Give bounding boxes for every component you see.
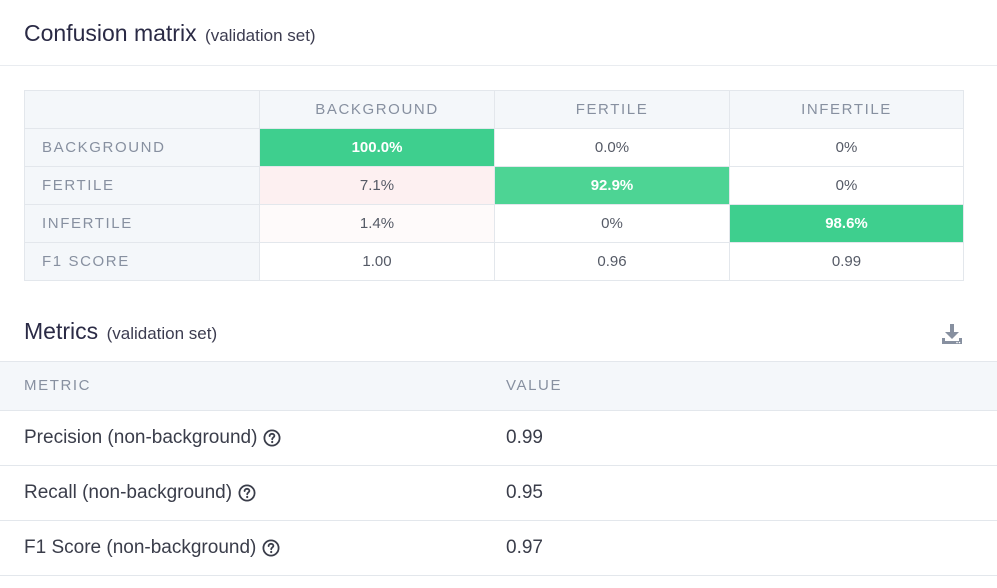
confusion-matrix-row: INFERTILE 1.4% 0% 98.6% — [24, 204, 964, 243]
matrix-cell: 100.0% — [259, 128, 495, 167]
metric-value: 0.95 — [506, 482, 543, 503]
confusion-matrix-subtitle: (validation set) — [205, 26, 316, 45]
row-header: INFERTILE — [24, 204, 260, 243]
matrix-cell: 7.1% — [259, 166, 495, 205]
column-header: BACKGROUND — [259, 90, 495, 129]
metric-name-label: Precision (non-background) — [24, 427, 258, 448]
metrics-row: Recall (non-background) 0.95 — [0, 466, 997, 521]
f1-score-row: F1 SCORE 1.00 0.96 0.99 — [24, 242, 964, 281]
metric-value: 0.97 — [506, 537, 543, 558]
section-divider — [0, 65, 997, 66]
confusion-matrix-heading: Confusion matrix (validation set) — [24, 20, 316, 47]
matrix-cell: 98.6% — [729, 204, 964, 243]
metrics-row: Precision (non-background) 0.99 — [0, 411, 997, 466]
confusion-matrix-row: BACKGROUND 100.0% 0.0% 0% — [24, 128, 964, 167]
confusion-matrix-header-row: BACKGROUND FERTILE INFERTILE — [24, 90, 964, 129]
matrix-cell: 1.4% — [259, 204, 495, 243]
metric-name-label: Recall (non-background) — [24, 482, 233, 503]
download-icon[interactable] — [940, 322, 964, 346]
confusion-matrix-title: Confusion matrix — [24, 20, 197, 46]
f1-cell: 0.96 — [494, 242, 730, 281]
confusion-matrix-row: FERTILE 7.1% 92.9% 0% — [24, 166, 964, 205]
metrics-subtitle: (validation set) — [106, 324, 218, 343]
f1-cell: 0.99 — [729, 242, 964, 281]
matrix-cell: 0% — [494, 204, 730, 243]
help-circle-icon[interactable] — [262, 539, 280, 557]
column-header: INFERTILE — [729, 90, 964, 129]
metric-name: Precision (non-background) — [24, 427, 281, 449]
f1-cell: 1.00 — [259, 242, 495, 281]
metric-column-header: METRIC — [24, 377, 92, 394]
matrix-cell: 0% — [729, 166, 964, 205]
help-circle-icon[interactable] — [263, 429, 281, 447]
row-header: F1 SCORE — [24, 242, 260, 281]
metric-name: Recall (non-background) — [24, 482, 256, 504]
metric-name-label: F1 Score (non-background) — [24, 537, 257, 558]
metrics-heading: Metrics (validation set) — [24, 318, 217, 345]
metric-name: F1 Score (non-background) — [24, 537, 280, 559]
confusion-matrix-table: BACKGROUND FERTILE INFERTILE BACKGROUND … — [24, 90, 964, 281]
column-header: FERTILE — [494, 90, 730, 129]
corner-cell — [24, 90, 260, 129]
metrics-title: Metrics — [24, 318, 99, 344]
row-header: FERTILE — [24, 166, 260, 205]
matrix-cell: 0.0% — [494, 128, 730, 167]
matrix-cell: 0% — [729, 128, 964, 167]
value-column-header: VALUE — [506, 377, 563, 394]
help-circle-icon[interactable] — [238, 484, 256, 502]
metrics-header-row: METRIC VALUE — [0, 361, 997, 411]
metrics-table: METRIC VALUE Precision (non-background) … — [0, 361, 997, 576]
metrics-row: F1 Score (non-background) 0.97 — [0, 521, 997, 576]
matrix-cell: 92.9% — [494, 166, 730, 205]
row-header: BACKGROUND — [24, 128, 260, 167]
metric-value: 0.99 — [506, 427, 543, 448]
